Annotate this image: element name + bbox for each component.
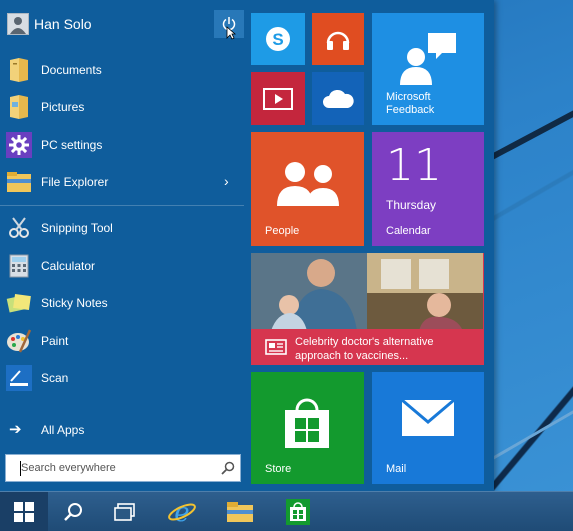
store-icon: [286, 499, 310, 525]
scan-icon: [6, 365, 32, 391]
internet-explorer-icon: e: [168, 498, 196, 527]
tile-label: People: [265, 225, 300, 237]
menu-item-pictures[interactable]: Pictures: [0, 89, 244, 125]
task-view-button[interactable]: [104, 492, 146, 531]
menu-item-calculator[interactable]: Calculator: [0, 248, 244, 284]
video-icon: [251, 72, 305, 125]
search-icon: [64, 503, 82, 521]
tile-microsoft-feedback[interactable]: Microsoft Feedback: [372, 13, 484, 125]
pictures-folder-icon: [6, 94, 32, 120]
all-apps-label: All Apps: [41, 423, 85, 437]
menu-item-label: File Explorer: [41, 175, 109, 189]
menu-item-sticky-notes[interactable]: Sticky Notes: [0, 285, 244, 321]
all-apps-button[interactable]: ➔ All Apps: [0, 414, 244, 446]
search-box[interactable]: [5, 454, 241, 482]
menu-item-label: Scan: [41, 371, 69, 385]
menu-item-snipping-tool[interactable]: Snipping Tool: [0, 210, 244, 246]
start-button[interactable]: [0, 492, 48, 531]
file-explorer-icon: [227, 502, 253, 522]
search-icon[interactable]: [220, 460, 236, 476]
file-explorer-icon: [6, 169, 32, 195]
arrow-right-icon: ➔: [9, 421, 22, 438]
calendar-date-number: 11: [386, 140, 442, 191]
chevron-right-icon[interactable]: ›: [224, 173, 229, 189]
svg-text:e: e: [174, 498, 189, 527]
tile-label: Store: [265, 463, 292, 475]
menu-item-documents[interactable]: Documents: [0, 52, 244, 88]
start-menu: Han Solo Documents Pictures PC settings …: [0, 0, 494, 491]
tile-label: Mail: [386, 463, 407, 475]
menu-item-label: Documents: [41, 63, 102, 77]
start-left-pane: Han Solo Documents Pictures PC settings …: [0, 0, 244, 491]
taskbar-search-button[interactable]: [52, 492, 94, 531]
news-headline-bar: Celebrity doctor's alternative approach …: [251, 329, 483, 365]
taskbar: e: [0, 491, 573, 531]
file-explorer-button[interactable]: [218, 492, 262, 531]
mouse-cursor-icon: [226, 26, 236, 40]
search-input[interactable]: [6, 455, 212, 481]
headphones-icon: [312, 13, 364, 65]
menu-item-scan[interactable]: Scan: [0, 360, 244, 396]
news-icon: [265, 339, 287, 355]
gear-icon: [6, 132, 32, 158]
tile-skype[interactable]: S: [251, 13, 305, 65]
task-view-icon: [114, 503, 135, 521]
tile-label: Microsoft Feedback: [386, 91, 435, 116]
tile-label: Calendar: [386, 225, 431, 237]
menu-item-label: Calculator: [41, 259, 96, 273]
tile-news[interactable]: Celebrity doctor's alternative approach …: [251, 253, 484, 365]
store-bag-icon: [281, 394, 333, 448]
calendar-day-name: Thursday: [386, 198, 437, 212]
menu-item-file-explorer[interactable]: File Explorer ›: [0, 164, 244, 200]
sticky-notes-icon: [6, 290, 32, 316]
tile-onedrive[interactable]: [312, 72, 364, 125]
skype-icon: S: [251, 13, 305, 65]
snipping-tool-icon: [6, 215, 32, 241]
tile-video[interactable]: [251, 72, 305, 125]
news-headline: Celebrity doctor's alternative approach …: [295, 336, 434, 362]
paint-icon: [6, 328, 32, 354]
avatar: [7, 13, 29, 35]
internet-explorer-button[interactable]: e: [160, 492, 204, 531]
calculator-icon: [6, 253, 32, 279]
tile-store[interactable]: Store: [251, 372, 364, 484]
feedback-people-icon: [396, 31, 460, 85]
user-account[interactable]: Han Solo: [0, 0, 244, 48]
news-photo: [251, 253, 483, 331]
menu-item-pc-settings[interactable]: PC settings: [0, 127, 244, 163]
store-button[interactable]: [276, 492, 320, 531]
user-name: Han Solo: [34, 16, 92, 32]
documents-folder-icon: [6, 57, 32, 83]
menu-item-label: Pictures: [41, 100, 85, 114]
tile-people[interactable]: People: [251, 132, 364, 246]
tile-mail[interactable]: Mail: [372, 372, 484, 484]
mail-envelope-icon: [400, 398, 456, 438]
cloud-icon: [312, 72, 364, 125]
people-icon: [273, 158, 343, 206]
windows-logo-icon: [14, 502, 34, 522]
divider: [0, 205, 244, 206]
menu-item-label: Sticky Notes: [41, 296, 108, 310]
menu-item-label: PC settings: [41, 138, 103, 152]
power-button[interactable]: [214, 10, 244, 40]
menu-item-label: Snipping Tool: [41, 221, 113, 235]
svg-text:S: S: [272, 30, 283, 49]
tile-calendar[interactable]: 11 Thursday Calendar: [372, 132, 484, 246]
menu-item-paint[interactable]: Paint: [0, 323, 244, 359]
menu-item-label: Paint: [41, 334, 69, 348]
tile-music[interactable]: [312, 13, 364, 65]
